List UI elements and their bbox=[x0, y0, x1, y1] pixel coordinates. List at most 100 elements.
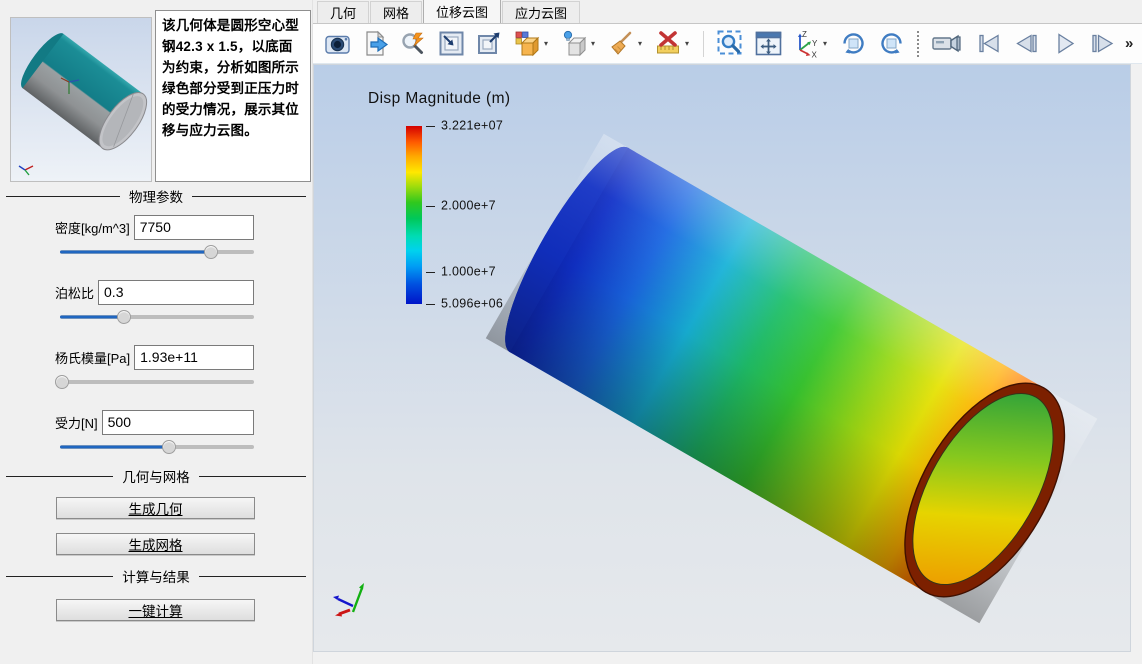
divider-line bbox=[6, 196, 120, 197]
render-viewport[interactable]: Disp Magnitude (m) 3.221e+07 2.000e+7 1.… bbox=[313, 64, 1131, 652]
divider-line bbox=[199, 476, 306, 477]
generate-mesh-button[interactable]: 生成网格 bbox=[56, 533, 255, 555]
dropdown-caret-icon[interactable]: ▾ bbox=[823, 39, 831, 48]
divider-line bbox=[199, 576, 306, 577]
toolbar-separator bbox=[703, 31, 704, 57]
play-icon bbox=[1051, 30, 1080, 57]
dropdown-caret-icon[interactable]: ▾ bbox=[591, 39, 599, 48]
preview-cylinder-render bbox=[11, 18, 151, 181]
tab-stress-contour[interactable]: 应力云图 bbox=[502, 1, 580, 23]
divider-line bbox=[6, 476, 113, 477]
clear-measurements-group: ▾ bbox=[652, 28, 693, 60]
force-label: 受力[N] bbox=[55, 413, 98, 432]
density-label: 密度[kg/m^3] bbox=[55, 218, 130, 237]
next-frame-button[interactable] bbox=[1087, 28, 1119, 60]
svg-text:Z: Z bbox=[802, 30, 807, 39]
tab-mesh[interactable]: 网格 bbox=[370, 1, 422, 23]
force-row: 受力[N] bbox=[55, 409, 254, 435]
axes-orientation-group: Z Y X ▾ bbox=[790, 28, 831, 60]
dropdown-caret-icon[interactable]: ▾ bbox=[685, 39, 693, 48]
legend-colorbar bbox=[406, 126, 422, 304]
main-area: 几何 网格 位移云图 应力云图 bbox=[313, 0, 1142, 664]
section-title: 物理参数 bbox=[129, 186, 183, 206]
zoom-in-box-button[interactable] bbox=[435, 28, 467, 60]
ruler-delete-icon bbox=[655, 30, 682, 57]
section-header-physics: 物理参数 bbox=[6, 188, 306, 204]
dropdown-caret-icon[interactable]: ▾ bbox=[638, 39, 646, 48]
legend-tick-mark bbox=[426, 304, 435, 305]
viewport-axes-triad-icon bbox=[333, 583, 364, 617]
axes-orientation-button[interactable]: Z Y X bbox=[790, 28, 822, 60]
force-input[interactable] bbox=[102, 410, 254, 435]
preview-axes-triad-icon bbox=[19, 166, 33, 175]
svg-text:X: X bbox=[812, 51, 818, 59]
density-row: 密度[kg/m^3] bbox=[55, 214, 254, 240]
one-click-compute-button[interactable]: 一键计算 bbox=[56, 599, 255, 621]
pan-icon bbox=[754, 29, 783, 58]
zoom-to-selection-button[interactable] bbox=[714, 28, 746, 60]
tab-displacement-contour[interactable]: 位移云图 bbox=[423, 0, 501, 23]
legend-tick-max: 3.221e+07 bbox=[441, 119, 503, 133]
legend-tick-mark bbox=[426, 206, 435, 207]
zoom-out-box-button[interactable] bbox=[473, 28, 505, 60]
rotate-cw-icon bbox=[839, 29, 868, 58]
application-window: 该几何体是圆形空心型钢42.3 x 1.5，以底面为约束，分析如图所示绿色部分受… bbox=[0, 0, 1142, 664]
render-settings-button[interactable] bbox=[511, 28, 543, 60]
zoom-select-icon bbox=[716, 29, 745, 58]
export-icon bbox=[362, 30, 389, 57]
slider-thumb[interactable] bbox=[117, 310, 131, 324]
divider-line bbox=[192, 196, 306, 197]
clean-group: ▾ bbox=[605, 28, 646, 60]
color-legend: Disp Magnitude (m) 3.221e+07 2.000e+7 1.… bbox=[354, 85, 594, 325]
lighting-button[interactable] bbox=[558, 28, 590, 60]
slider-fill bbox=[60, 251, 211, 254]
clean-button[interactable] bbox=[605, 28, 637, 60]
play-button[interactable] bbox=[1049, 28, 1081, 60]
density-input[interactable] bbox=[134, 215, 254, 240]
legend-tick-mark bbox=[426, 272, 435, 273]
tab-geometry[interactable]: 几何 bbox=[317, 1, 369, 23]
legend-tick-mark bbox=[426, 126, 435, 127]
poisson-label: 泊松比 bbox=[55, 283, 94, 302]
legend-tick-2e7: 2.000e+7 bbox=[441, 199, 496, 213]
slider-track[interactable] bbox=[60, 380, 254, 384]
animation-camera-button[interactable] bbox=[929, 28, 967, 60]
previous-frame-button[interactable] bbox=[1011, 28, 1043, 60]
section-header-compute: 计算与结果 bbox=[6, 568, 306, 584]
youngs-modulus-input[interactable] bbox=[134, 345, 254, 370]
zoom-refresh-button[interactable] bbox=[397, 28, 429, 60]
lighting-group: ▾ bbox=[558, 28, 599, 60]
dropdown-caret-icon[interactable]: ▾ bbox=[544, 39, 552, 48]
generate-geometry-button[interactable]: 生成几何 bbox=[56, 497, 255, 519]
rotate-counterclockwise-button[interactable] bbox=[875, 28, 907, 60]
force-slider[interactable] bbox=[60, 439, 254, 455]
xyz-axes-icon: Z Y X bbox=[791, 29, 821, 58]
screenshot-camera-button[interactable] bbox=[321, 28, 353, 60]
poisson-input[interactable] bbox=[98, 280, 254, 305]
legend-title: Disp Magnitude (m) bbox=[368, 90, 510, 108]
pan-view-button[interactable] bbox=[752, 28, 784, 60]
slider-thumb[interactable] bbox=[204, 245, 218, 259]
slider-thumb[interactable] bbox=[162, 440, 176, 454]
light-cube-icon bbox=[560, 30, 588, 57]
video-camera-icon bbox=[931, 30, 965, 57]
svg-text:Y: Y bbox=[812, 39, 818, 48]
poisson-slider[interactable] bbox=[60, 309, 254, 325]
export-scene-button[interactable] bbox=[359, 28, 391, 60]
zoom-out-box-icon bbox=[476, 30, 503, 57]
camera-icon bbox=[324, 30, 351, 57]
youngs-modulus-slider[interactable] bbox=[60, 374, 254, 390]
toolbar-overflow-chevron[interactable]: » bbox=[1125, 35, 1132, 52]
render-settings-group: ▾ bbox=[511, 28, 552, 60]
first-frame-button[interactable] bbox=[973, 28, 1005, 60]
geometry-preview bbox=[10, 17, 152, 182]
clear-measurements-button[interactable] bbox=[652, 28, 684, 60]
youngs-modulus-label: 杨氏模量[Pa] bbox=[55, 348, 130, 367]
slider-fill bbox=[60, 446, 169, 449]
zoom-in-box-icon bbox=[438, 30, 465, 57]
slider-thumb[interactable] bbox=[55, 375, 69, 389]
section-title: 计算与结果 bbox=[122, 566, 190, 586]
density-slider[interactable] bbox=[60, 244, 254, 260]
section-title: 几何与网格 bbox=[122, 466, 190, 486]
rotate-clockwise-button[interactable] bbox=[837, 28, 869, 60]
